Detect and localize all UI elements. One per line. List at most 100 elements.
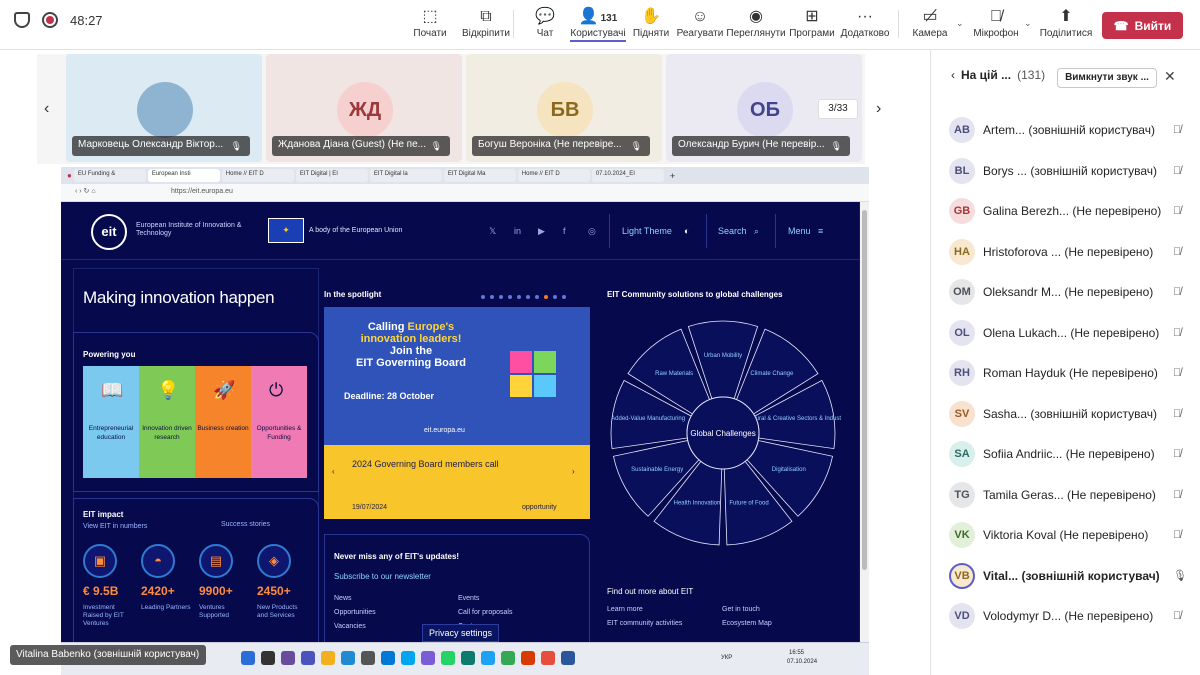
browser-tab[interactable]: EIT Digital | EI	[295, 169, 368, 182]
mic-button[interactable]: 🎙̸ Мікрофон	[966, 6, 1026, 39]
taskbar-app-icon[interactable]	[401, 651, 415, 665]
browser-tab[interactable]: EIT Digital Ma	[443, 169, 516, 182]
detach-button[interactable]: ⧉ Відкріпити	[456, 6, 516, 39]
footer-link[interactable]: Call for proposals	[458, 609, 512, 616]
taskbar-app-icon[interactable]	[561, 651, 575, 665]
powering-card[interactable]: ⏻ Opportunities & Funding	[251, 366, 307, 478]
camera-options-chevron-icon[interactable]: ⌄	[956, 18, 964, 29]
subscribe-link[interactable]: Subscribe to our newsletter	[334, 572, 431, 581]
participant-row[interactable]: OL Olena Lukach... (Не перевірено) 🎙̸	[949, 319, 1194, 347]
search-link[interactable]: Search	[718, 226, 747, 236]
powering-card[interactable]: 📖 Entrepreneurial education	[83, 366, 139, 478]
taskbar-app-icon[interactable]	[361, 651, 375, 665]
eit-logo[interactable]: eit	[91, 214, 127, 250]
facebook-icon[interactable]: f	[563, 226, 566, 236]
footer-link[interactable]: Opportunities	[334, 609, 376, 616]
mute-all-button[interactable]: Вимкнути звук ...	[1057, 68, 1157, 88]
participant-row[interactable]: VK Viktoria Koval (Не перевірено) 🎙̸	[949, 521, 1194, 549]
view-numbers-link[interactable]: View EIT in numbers	[83, 523, 147, 530]
taskbar-lang[interactable]: УКР	[721, 655, 732, 661]
taskbar-app-icon[interactable]	[481, 651, 495, 665]
apps-button[interactable]: ⊞ Програми	[782, 6, 842, 39]
mic-muted-icon[interactable]: 🎙̸	[1173, 327, 1181, 339]
footer-link[interactable]: News	[334, 595, 352, 602]
spotlight-banner[interactable]: Calling Europe's innovation leaders! Join …	[324, 307, 590, 445]
search-icon[interactable]: ⌕	[754, 226, 759, 237]
strip-prev-arrow-icon[interactable]: ‹	[44, 100, 49, 118]
mic-muted-icon[interactable]: 🎙̸	[1173, 367, 1181, 379]
taskbar-app-icon[interactable]	[241, 651, 255, 665]
people-button[interactable]: 👤 131 Користувачі	[568, 6, 628, 42]
find-link[interactable]: Learn more	[607, 606, 643, 613]
footer-link[interactable]: Events	[458, 595, 479, 602]
participant-row[interactable]: TG Tamila Geras... (Не перевірено) 🎙̸	[949, 481, 1194, 509]
participant-row[interactable]: SA Sofiia Andriic... (Не перевірено) 🎙̸	[949, 440, 1194, 468]
youtube-icon[interactable]: ▶	[538, 226, 545, 237]
participant-tile[interactable]: Марковець Олександр Віктор... 🎙	[66, 54, 262, 162]
participant-tile[interactable]: БВ Богуш Вероніка (Не перевіре... 🎙	[466, 54, 662, 162]
mic-muted-icon[interactable]: 🎙̸	[1173, 286, 1181, 298]
taskbar-app-icon[interactable]	[421, 651, 435, 665]
browser-tab[interactable]: Home // EIT D	[221, 169, 294, 182]
address-bar[interactable]: ‹ › ↻ ⌂ https://eit.europa.eu	[61, 184, 869, 202]
chat-button[interactable]: 💬 Чат	[515, 6, 575, 39]
mic-muted-icon[interactable]: 🎙̸	[1173, 448, 1181, 460]
instagram-icon[interactable]: ◎	[588, 226, 596, 237]
camera-button[interactable]: ▭̸ Камера	[900, 6, 960, 39]
back-arrow-icon[interactable]: ‹	[951, 68, 955, 82]
mic-muted-icon[interactable]: 🎙̸	[1173, 489, 1181, 501]
react-button[interactable]: ☺ Реагувати	[670, 6, 730, 39]
find-link[interactable]: Ecosystem Map	[722, 620, 772, 627]
taskbar-app-icon[interactable]	[381, 651, 395, 665]
mic-muted-icon[interactable]: 🎙̸	[1173, 610, 1181, 622]
hamburger-icon[interactable]: ≡	[818, 226, 823, 236]
mic-muted-icon[interactable]: 🎙̸	[1173, 205, 1181, 217]
browser-profile-icon[interactable]: ●	[67, 171, 72, 180]
close-icon[interactable]: ✕	[1164, 68, 1176, 85]
taskbar-app-icon[interactable]	[301, 651, 315, 665]
taskbar-app-icon[interactable]	[501, 651, 515, 665]
powering-card[interactable]: 💡 Innovation driven research	[139, 366, 195, 478]
more-button[interactable]: ··· Додатково	[835, 6, 895, 39]
taskbar-app-icon[interactable]	[341, 651, 355, 665]
news-prev-arrow-icon[interactable]: ‹	[332, 467, 335, 476]
light-theme-toggle[interactable]: Light Theme	[622, 226, 672, 236]
taskbar-app-icon[interactable]	[441, 651, 455, 665]
view-button[interactable]: ◉ Переглянути	[726, 6, 786, 39]
shield-icon[interactable]	[14, 12, 30, 28]
browser-tab[interactable]: European Insti	[147, 169, 220, 182]
find-link[interactable]: EIT community activities	[607, 620, 682, 627]
taskbar-app-icon[interactable]	[541, 651, 555, 665]
mic-muted-icon[interactable]: 🎙̸	[1173, 408, 1181, 420]
participant-row[interactable]: BL Borys ... (зовнішній користувач) 🎙̸	[949, 157, 1194, 185]
participant-row[interactable]: VB Vital... (зовнішній користувач) 🎙	[949, 562, 1194, 590]
news-next-arrow-icon[interactable]: ›	[572, 467, 575, 476]
carousel-dots[interactable]	[481, 295, 566, 299]
leave-button[interactable]: ☎ Вийти	[1102, 12, 1183, 39]
start-button[interactable]: ⬚ Почати	[400, 6, 460, 39]
new-tab-icon[interactable]: +	[670, 171, 675, 181]
x-icon[interactable]: 𝕏	[489, 226, 496, 237]
taskbar-app-icon[interactable]	[521, 651, 535, 665]
privacy-settings-button[interactable]: Privacy settings	[422, 624, 499, 642]
participant-row[interactable]: RH Roman Hayduk (Не перевірено) 🎙̸	[949, 359, 1194, 387]
browser-tab[interactable]: EU Funding &	[73, 169, 146, 182]
powering-card[interactable]: 🚀 Business creation	[195, 366, 251, 478]
find-link[interactable]: Get in touch	[722, 606, 760, 613]
nav-icons[interactable]: ‹ › ↻ ⌂	[75, 187, 96, 195]
mic-muted-icon[interactable]: 🎙̸	[1173, 124, 1181, 136]
recording-icon[interactable]	[42, 12, 58, 28]
participant-row[interactable]: GB Galina Berezh... (Не перевірено) 🎙̸	[949, 197, 1194, 225]
page-scrollbar[interactable]	[860, 202, 869, 642]
footer-link[interactable]: Vacancies	[334, 623, 366, 630]
challenges-wheel[interactable]: Urban Mobility Climate Change Cultural & C…	[605, 315, 841, 551]
strip-next-arrow-icon[interactable]: ›	[876, 100, 881, 118]
participant-row[interactable]: HA Hristoforova ... (Не перевірено) 🎙̸	[949, 238, 1194, 266]
mic-muted-icon[interactable]: 🎙̸	[1173, 165, 1181, 177]
participant-tile[interactable]: ЖД Жданова Діана (Guest) (Не пе... 🎙	[266, 54, 462, 162]
mic-muted-icon[interactable]: 🎙̸	[1173, 246, 1181, 258]
news-card[interactable]: 2024 Governing Board members call › ‹ 19…	[324, 445, 590, 519]
theme-toggle-icon[interactable]: ◐	[684, 226, 689, 236]
participant-row[interactable]: SV Sasha... (зовнішній користувач) 🎙̸	[949, 400, 1194, 428]
success-stories-link[interactable]: Success stories	[221, 521, 270, 528]
